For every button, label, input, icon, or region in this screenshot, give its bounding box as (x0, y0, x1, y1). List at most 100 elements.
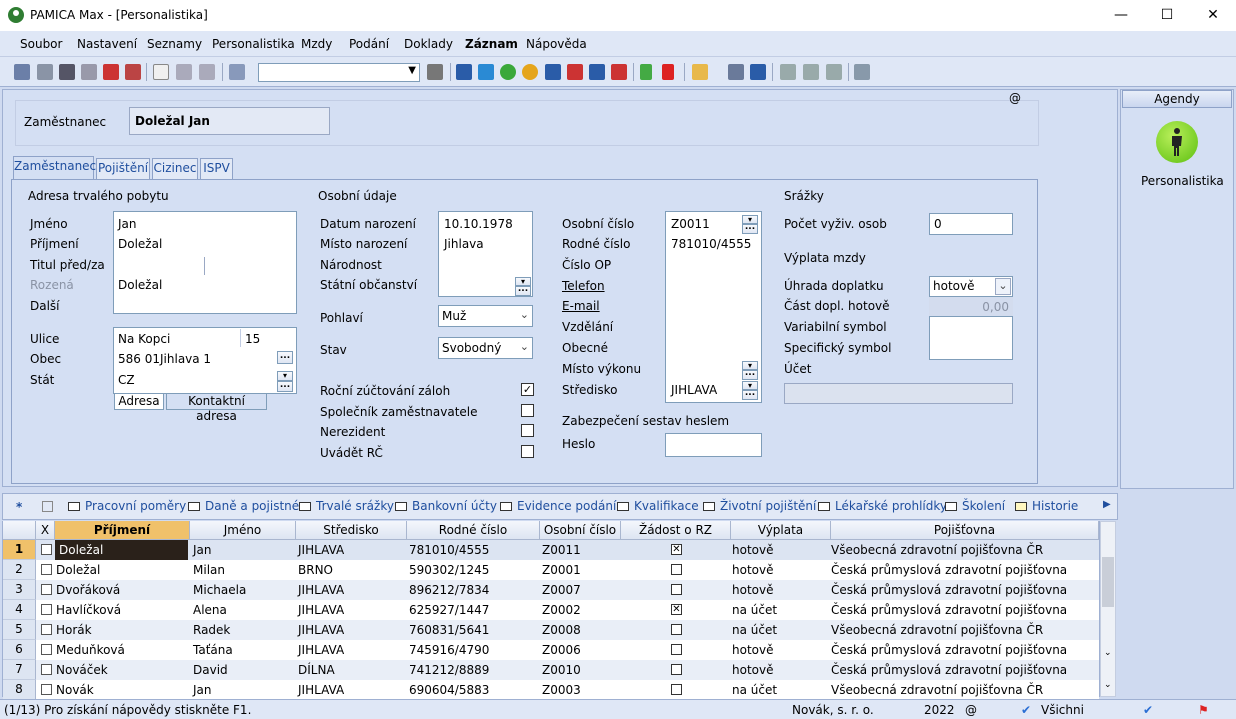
rz-request-checkbox[interactable] (671, 624, 682, 635)
table-row[interactable]: 6 Meduňková Taťána JIHLAVA 745916/4790 Z0006 h… (3, 640, 1099, 660)
folder-icon[interactable] (692, 64, 708, 80)
last-name-input[interactable]: Doležal (118, 237, 162, 251)
rz-request-checkbox[interactable] (671, 584, 682, 595)
column-header-prijmeni[interactable]: Příjmení (55, 521, 190, 540)
tab-dane-a-pojistne[interactable]: Daně a pojistné (188, 499, 299, 513)
scroll-down-icon[interactable]: ⌄ (1104, 648, 1112, 658)
iban-icon[interactable] (750, 64, 766, 80)
table-row[interactable]: 7 Nováček David DÍLNA 741212/8889 Z0010 hotově… (3, 660, 1099, 680)
menu-mzdy[interactable]: Mzdy (301, 37, 332, 51)
close-button[interactable]: ✕ (1190, 0, 1236, 31)
nonresident-checkbox[interactable] (521, 424, 534, 437)
export-icon[interactable] (125, 64, 141, 80)
rz-request-checkbox[interactable]: ✕ (671, 604, 682, 615)
form-icon[interactable] (826, 64, 842, 80)
mzdy-icon[interactable] (456, 64, 472, 80)
rz-request-checkbox[interactable]: ✕ (671, 544, 682, 555)
column-header-rodne-cislo[interactable]: Rodné číslo (407, 521, 540, 540)
show-rc-checkbox[interactable] (521, 445, 534, 458)
annual-settlement-checkbox[interactable]: ✓ (521, 383, 534, 396)
tab-historie[interactable]: Historie (1015, 499, 1078, 513)
table-icon[interactable] (803, 64, 819, 80)
city-lookup-button[interactable]: ... (277, 351, 293, 364)
center-lookup-button[interactable]: ... (742, 389, 758, 400)
tab-zivotni-pojisteni[interactable]: Životní pojištění (703, 499, 816, 513)
tab-skoleni[interactable]: Školení (945, 499, 1005, 513)
open-icon[interactable] (14, 64, 30, 80)
menu-soubor[interactable]: Soubor (20, 37, 62, 51)
menu-personalistika[interactable]: Personalistika (212, 37, 295, 51)
red-flag-icon[interactable] (662, 64, 674, 80)
personalistika-person-icon[interactable] (1156, 121, 1198, 163)
partner-checkbox[interactable] (521, 404, 534, 417)
personalistika-agenda-label[interactable]: Personalistika (1141, 174, 1224, 188)
doc-m4-icon[interactable] (611, 64, 627, 80)
scroll-thumb[interactable] (1102, 557, 1114, 607)
column-header-vyplata[interactable]: Výplata (731, 521, 831, 540)
house-number-input[interactable]: 15 (245, 332, 260, 346)
table-row[interactable]: 8 Novák Jan JIHLAVA 690604/5883 Z0003 na účet V… (3, 680, 1099, 700)
tab-bankovni-ucty[interactable]: Bankovní účty (395, 499, 497, 513)
country-input[interactable]: CZ (118, 373, 135, 387)
dependents-input[interactable]: 0 (929, 213, 1013, 235)
password-input[interactable] (665, 433, 762, 457)
preview-icon[interactable] (81, 64, 97, 80)
tab-pracovni-pomery[interactable]: Pracovní poměry (68, 499, 186, 513)
rz-request-checkbox[interactable] (671, 564, 682, 575)
tools-icon[interactable] (854, 64, 870, 80)
print-icon[interactable] (59, 64, 75, 80)
row-select-checkbox[interactable] (41, 684, 52, 695)
symbols-input[interactable] (929, 316, 1013, 360)
doc-m2-icon[interactable] (567, 64, 583, 80)
row-select-checkbox[interactable] (41, 624, 52, 635)
filter-funnel-icon[interactable] (42, 501, 53, 512)
zip-input[interactable]: 586 01 (118, 352, 160, 366)
filter-combo[interactable]: ▼ (258, 63, 420, 82)
tab-zamestnanec[interactable]: Zaměstnanec (13, 156, 96, 180)
table-row[interactable]: 1 Doležal Jan JIHLAVA 781010/4555 Z0011 hotově… (3, 540, 1099, 560)
row-select-checkbox[interactable] (41, 584, 52, 595)
account-input[interactable] (784, 383, 1013, 404)
column-header-zadost-rz[interactable]: Žádost o RZ (621, 521, 731, 540)
rz-request-checkbox[interactable] (671, 664, 682, 675)
menu-zaznam[interactable]: Záznam (465, 37, 518, 51)
upload-icon[interactable] (478, 64, 494, 80)
status-select[interactable]: Svobodný ⌄ (438, 337, 533, 359)
ok-icon[interactable]: ✔ (1143, 703, 1153, 717)
column-header-x[interactable]: X (36, 521, 55, 540)
calculator-icon[interactable] (728, 64, 744, 80)
menu-nastaveni[interactable]: Nastavení (77, 37, 137, 51)
doc-m3-icon[interactable] (589, 64, 605, 80)
tab-evidence-podani[interactable]: Evidence podání (500, 499, 616, 513)
scroll-bottom-icon[interactable]: ⌄ (1104, 680, 1112, 690)
menu-podani[interactable]: Podání (349, 37, 389, 51)
table-row[interactable]: 5 Horák Radek JIHLAVA 760831/5641 Z0008 na úče… (3, 620, 1099, 640)
table-row[interactable]: 2 Doležal Milan BRNO 590302/1245 Z0001 hotově Č… (3, 560, 1099, 580)
center-input[interactable]: JIHLAVA (671, 383, 717, 397)
table-row[interactable]: 3 Dvořáková Michaela JIHLAVA 896212/7834 Z000… (3, 580, 1099, 600)
dob-input[interactable]: 10.10.1978 (444, 217, 513, 231)
phone-link[interactable]: Telefon (562, 279, 605, 293)
copy-icon[interactable] (37, 64, 53, 80)
column-header-stredisko[interactable]: Středisko (296, 521, 407, 540)
subtab-address[interactable]: Adresa (114, 394, 164, 410)
green-flag-icon[interactable] (640, 64, 652, 80)
column-header-osobni-cislo[interactable]: Osobní číslo (540, 521, 621, 540)
other-input[interactable]: Doležal (118, 278, 162, 292)
menu-napoveda[interactable]: Nápověda (526, 37, 587, 51)
save-icon[interactable] (176, 64, 192, 80)
tab-pojisteni[interactable]: Pojištění (96, 158, 150, 179)
menu-seznamy[interactable]: Seznamy (147, 37, 202, 51)
filter-icon[interactable] (427, 64, 443, 80)
person-icon[interactable] (500, 64, 516, 80)
tab-kvalifikace[interactable]: Kvalifikace (617, 499, 699, 513)
citizenship-lookup-button[interactable]: ... (515, 285, 531, 296)
pob-input[interactable]: Jihlava (444, 237, 484, 251)
row-select-checkbox[interactable] (41, 664, 52, 675)
personal-no-lookup-button[interactable]: ... (742, 223, 758, 234)
tab-lekarske-prohlidky[interactable]: Lékařské prohlídky (818, 499, 947, 513)
row-select-checkbox[interactable] (41, 604, 52, 615)
row-select-checkbox[interactable] (41, 564, 52, 575)
city-input[interactable]: Jihlava 1 (160, 352, 211, 366)
rz-request-checkbox[interactable] (671, 684, 682, 695)
